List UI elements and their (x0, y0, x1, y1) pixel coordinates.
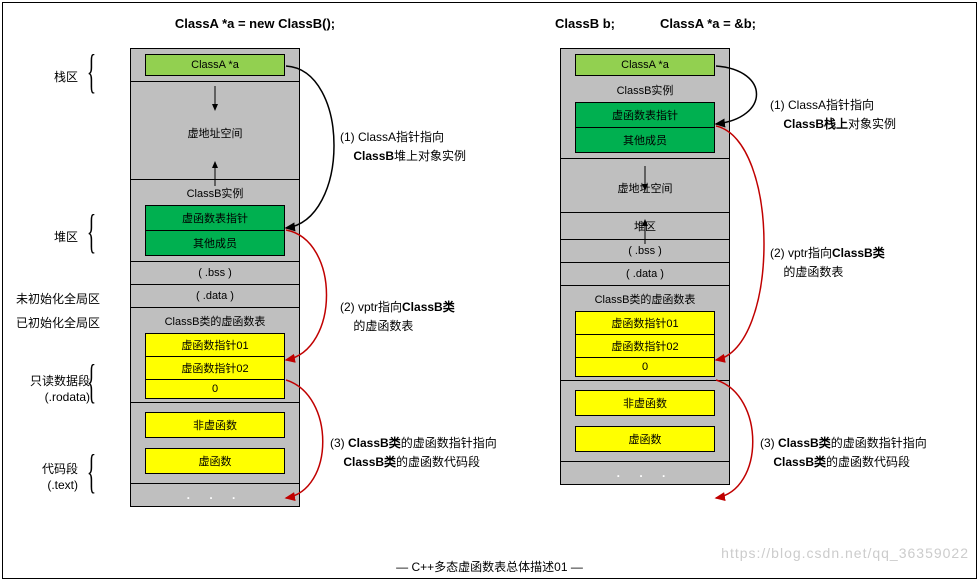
box-members: 其他成员 (575, 127, 715, 153)
annotation-l2: (2) vptr指向ClassB类 的虚函数表 (340, 298, 455, 336)
brace-icon: { (87, 204, 96, 259)
brace-icon: { (87, 444, 96, 499)
vf-ptr-2: 虚函数指针02 (576, 334, 714, 357)
box-vf: 虚函数 (145, 448, 285, 474)
box-nonvf: 非虚函数 (575, 390, 715, 416)
title-left: ClassA *a = new ClassB(); (130, 16, 380, 31)
label-text2: (.text) (18, 478, 78, 492)
label-heap: 堆区 (561, 216, 729, 236)
label-vspace: 虚地址空间 (131, 123, 299, 143)
box-nonvf: 非虚函数 (145, 412, 285, 438)
label-instance: ClassB实例 (131, 183, 299, 203)
dots: . . . (561, 462, 729, 484)
brace-icon: { (87, 44, 96, 99)
label-rodata2: (.rodata) (10, 390, 90, 404)
annotation-l1: (1) ClassA指针指向 ClassB堆上对象实例 (340, 128, 466, 166)
annotation-l3: (3) ClassB类的虚函数指针指向 ClassB类的虚函数代码段 (330, 434, 497, 472)
label-stack: 栈区 (18, 68, 78, 85)
label-bss-uninit: 未初始化全局区 (0, 290, 100, 307)
box-vtable: 虚函数指针01 虚函数指针02 0 (575, 311, 715, 377)
box-vptr: 虚函数表指针 (145, 205, 285, 230)
label-data: ( .data ) (561, 266, 729, 282)
vf-ptr-1: 虚函数指针01 (146, 334, 284, 356)
vf-zero: 0 (146, 379, 284, 398)
label-bss: ( .bss ) (131, 265, 299, 281)
box-members: 其他成员 (145, 230, 285, 256)
label-vtable: ClassB类的虚函数表 (131, 311, 299, 331)
box-vptr: 虚函数表指针 (575, 102, 715, 127)
label-text1: 代码段 (18, 460, 78, 477)
annotation-r1: (1) ClassA指针指向 ClassB栈上对象实例 (770, 96, 896, 134)
watermark: https://blog.csdn.net/qq_36359022 (721, 545, 969, 561)
annotation-r3: (3) ClassB类的虚函数指针指向 ClassB类的虚函数代码段 (760, 434, 927, 472)
brace-icon: { (87, 354, 96, 409)
label-bss: ( .bss ) (561, 243, 729, 259)
label-heap: 堆区 (18, 228, 78, 245)
dots: . . . (131, 484, 299, 506)
right-memory-column: ClassA *a ClassB实例 虚函数表指针 其他成员 虚地址空间 堆区 … (560, 48, 730, 485)
label-data: ( .data ) (131, 288, 299, 304)
label-vspace: 虚地址空间 (561, 178, 729, 198)
title-right-b: ClassA *a = &b; (660, 16, 756, 31)
label-rodata1: 只读数据段 (10, 372, 90, 389)
vf-ptr-1: 虚函数指针01 (576, 312, 714, 334)
left-memory-column: ClassA *a 虚地址空间 ClassB实例 虚函数表指针 其他成员 ( .… (130, 48, 300, 507)
annotation-r2: (2) vptr指向ClassB类 的虚函数表 (770, 244, 885, 282)
vf-zero: 0 (576, 357, 714, 376)
label-instance: ClassB实例 (561, 80, 729, 100)
box-classa-ptr: ClassA *a (575, 54, 715, 76)
label-vtable: ClassB类的虚函数表 (561, 289, 729, 309)
box-vtable: 虚函数指针01 虚函数指针02 0 (145, 333, 285, 399)
vf-ptr-2: 虚函数指针02 (146, 356, 284, 379)
title-right-a: ClassB b; (555, 16, 615, 31)
box-classa-ptr: ClassA *a (145, 54, 285, 76)
box-vf: 虚函数 (575, 426, 715, 452)
label-bss-init: 已初始化全局区 (0, 314, 100, 331)
